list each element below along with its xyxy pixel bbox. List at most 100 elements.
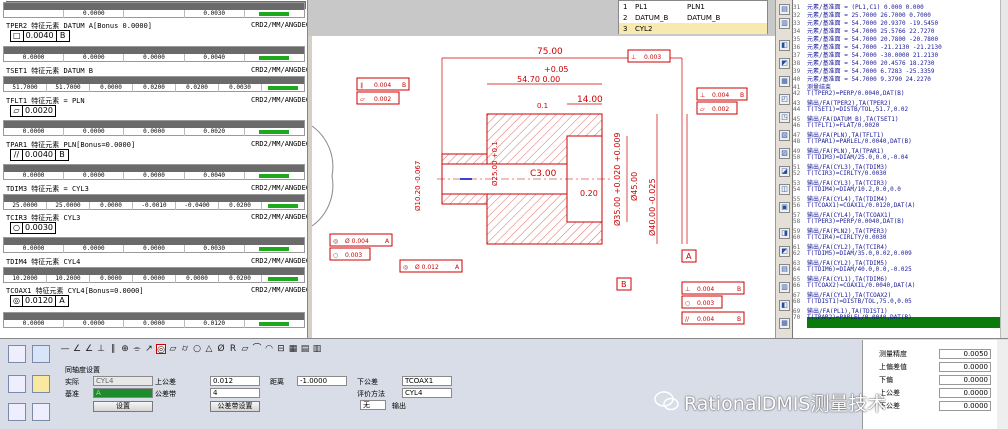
code-line[interactable]: 54 T(TDIM4)=DIAM/10.2,0.0,0.0 [793,186,1008,194]
code-line[interactable]: 57 输出/FA(CYL4),TA(TCOAX1) [793,210,1008,219]
cylindricity-icon[interactable]: ⌭ [180,344,190,354]
distance-field[interactable]: -1.0000 [297,376,347,386]
list-item[interactable]: 3 CYL2 [619,23,767,34]
tool-icon[interactable]: ◳ [779,112,790,123]
dmis-code-editor[interactable]: 31 元素/基准面 = (PL1,C1) 0.000 0.000 32 元素/基准面 … [792,0,1008,338]
code-line[interactable]: 67 输出/FA(CYL1),TA(TCOAX2) [793,290,1008,299]
code-line[interactable]: 56 T(TCOAX1)=COAXIL/0.0120,DAT(A) [793,202,1008,210]
concentricity-icon[interactable]: ◎ [156,344,166,355]
distance-icon[interactable]: ⊟ [276,344,286,354]
tool-icon[interactable]: ▦ [779,318,790,329]
surface-icon[interactable]: ▱ [240,344,250,354]
radius-icon[interactable]: R [228,344,238,354]
code-line[interactable]: 32 元素/基准面 = 25.7000 26.7000 0.7000 [793,10,1008,19]
code-line[interactable]: 66 T(TCOAX2)=COAXIL/0.0040,DAT(A) [793,282,1008,290]
tool-icon[interactable]: ▦ [779,76,790,87]
count-field[interactable]: 4 [210,388,260,398]
code-line[interactable]: 46 T(TFLT1)=FLAT/0.0020 [793,122,1008,130]
code-line[interactable]: 61 输出/FA(CYL2),TA(TCIR4) [793,242,1008,251]
code-line[interactable]: 31 元素/基准面 = (PL1,C1) 0.000 0.000 [793,2,1008,11]
tool-icon[interactable]: ◫ [779,184,790,195]
tool-icon[interactable]: ◨ [779,228,790,239]
diameter-icon[interactable]: Ø [216,344,226,354]
code-line[interactable]: 40 元素/基准面 = 54.7000 9.3790 24.2270 [793,74,1008,83]
tool-icon[interactable]: ▨ [779,148,790,159]
tool-icon[interactable]: ◩ [779,58,790,69]
code-line[interactable]: 35 元素/基准面 = 54.7000 20.7800 -20.7800 [793,34,1008,43]
code-line[interactable]: 55 输出/FA(CYL4),TA(TDIM4) [793,194,1008,203]
angularity-icon[interactable]: ∠ [84,344,94,354]
grid-icon[interactable]: ▦ [288,344,298,354]
code-line[interactable]: 63 输出/FA(CYL2),TA(TDIM5) [793,258,1008,267]
setup-button[interactable]: 设置 [93,401,153,412]
parallelism-icon[interactable]: ∥ [108,344,118,354]
line-profile-icon[interactable]: ◠ [264,344,274,354]
code-line[interactable]: 62 T(TDIM5)=DIAM/35.0,0.02,0.009 [793,250,1008,258]
code-line[interactable]: 69 输出/FA(PL1),TA(TDIST1) [793,306,1008,315]
tool-icon[interactable]: ▣ [779,202,790,213]
tool-icon[interactable]: ◧ [779,40,790,51]
ref-field[interactable]: TCOAX1 [402,376,452,386]
position-icon[interactable]: ⊕ [120,344,130,354]
camera-icon[interactable] [8,375,26,393]
code-line[interactable]: 50 T(TDIM3)=DIAM/25.0,0.0,-0.04 [793,154,1008,162]
runout-icon[interactable]: ↗ [144,344,154,354]
code-line[interactable]: 39 元素/基准面 = 54.7000 6.7283 -25.3359 [793,66,1008,75]
tool-icon[interactable]: ◩ [779,246,790,257]
tolzone-button[interactable]: 公差带设置 [210,401,260,412]
code-line[interactable]: 33 元素/基准面 = 54.7000 20.9370 -19.5450 [793,18,1008,27]
code-line[interactable]: 42 T(TPER2)=PERP/0.0040,DAT(B) [793,90,1008,98]
angle-icon[interactable]: ∠ [72,344,82,354]
code-line[interactable]: 53 输出/FA(CYL3),TA(TCIR3) [793,178,1008,187]
code-line[interactable]: 70 T(TPAR2)=PARLEL/0.0040,DAT(B) [793,314,1008,322]
tool-icon[interactable]: ▧ [779,130,790,141]
list-item[interactable]: 1 PL1 PLN1 [619,1,767,12]
straightness-icon[interactable]: — [60,344,70,354]
cmm-icon[interactable] [32,345,50,363]
symmetry-icon[interactable]: ⌯ [132,344,142,354]
tool-icon[interactable]: ▥ [779,18,790,29]
tool-icon[interactable]: ◧ [779,300,790,311]
code-line[interactable]: 58 T(TPER3)=PERP/0.0040,DAT(B) [793,218,1008,226]
profile-icon[interactable]: ⌒ [252,344,262,354]
code-line[interactable]: 68 T(TDIST1)=DISTB/TOL,75.0,0.05 [793,298,1008,306]
tolerance-field[interactable]: 0.012 [210,376,260,386]
perpendicularity-icon[interactable]: ⊥ [96,344,106,354]
code-line[interactable]: 64 T(TDIM6)=DIAM/40.0,0.0,-0.025 [793,266,1008,274]
cone-icon[interactable]: △ [204,344,214,354]
tool-icon[interactable]: ◪ [779,166,790,177]
code-line[interactable]: 43 输出/FA(TPER2),TA(TPER2) [793,98,1008,107]
output-select[interactable]: 无 [360,400,386,410]
code-line[interactable]: 34 元素/基准面 = 54.7000 25.5766 22.7270 [793,26,1008,35]
circularity-icon[interactable]: ○ [192,344,202,354]
code-line[interactable]: 38 元素/基准面 = 54.7000 20.4576 18.2730 [793,58,1008,67]
code-line[interactable]: 47 输出/FA(PLN),TA(TFLT1) [793,130,1008,139]
code-line[interactable]: 45 输出/FA(DATUM_B),TA(TSET1) [793,114,1008,123]
table-icon[interactable]: ▤ [300,344,310,354]
code-line[interactable]: 48 T(TPAR1)=PARLEL/0.0040,DAT(B) [793,138,1008,146]
datum-field[interactable]: A [93,388,153,398]
actual-field[interactable]: CYL4 [93,376,153,386]
gdt-icon[interactable] [32,375,50,393]
cad-drawing[interactable]: 75.00 +0.05 54.70 0.00 14.00 0.1 C3.00 0… [312,36,775,338]
code-line[interactable]: 44 T(TSET1)=DISTB/TOL,51.7,0.02 [793,106,1008,114]
list-item[interactable]: 2 DATUM_B DATUM_B [619,12,767,23]
code-line[interactable]: 51 输出/FA(CYL3),TA(TDIM3) [793,162,1008,171]
probe-icon[interactable] [8,345,26,363]
flatness-icon[interactable]: ▱ [168,344,178,354]
code-line[interactable]: 65 输出/FA(CYL1),TA(TDIM6) [793,274,1008,283]
axis-icon[interactable] [8,403,26,421]
tool-icon[interactable]: ◰ [779,94,790,105]
right-scrollbar[interactable] [997,340,1008,429]
code-line[interactable]: 59 输出/FA(PLN2),TA(TPER3) [793,226,1008,235]
tool-icon[interactable]: ▤ [779,264,790,275]
tool-icon[interactable]: ▥ [779,282,790,293]
feature-list[interactable]: 1 PL1 PLN1 2 DATUM_B DATUM_B 3 CYL2 [618,0,768,34]
tool-icon[interactable]: ▤ [779,4,790,15]
code-line[interactable]: 37 元素/基准面 = 54.7000 -30.0000 21.2130 [793,50,1008,59]
printer-icon[interactable] [32,403,50,421]
code-line[interactable]: 41 测量结束 [793,82,1008,91]
code-line[interactable]: 49 输出/FA(PLN),TA(TPAR1) [793,146,1008,155]
code-line[interactable]: 60 T(TCIR4)=CIRLTY/0.0030 [793,234,1008,242]
code-line[interactable]: 52 T(TCIR3)=CIRLTY/0.0030 [793,170,1008,178]
